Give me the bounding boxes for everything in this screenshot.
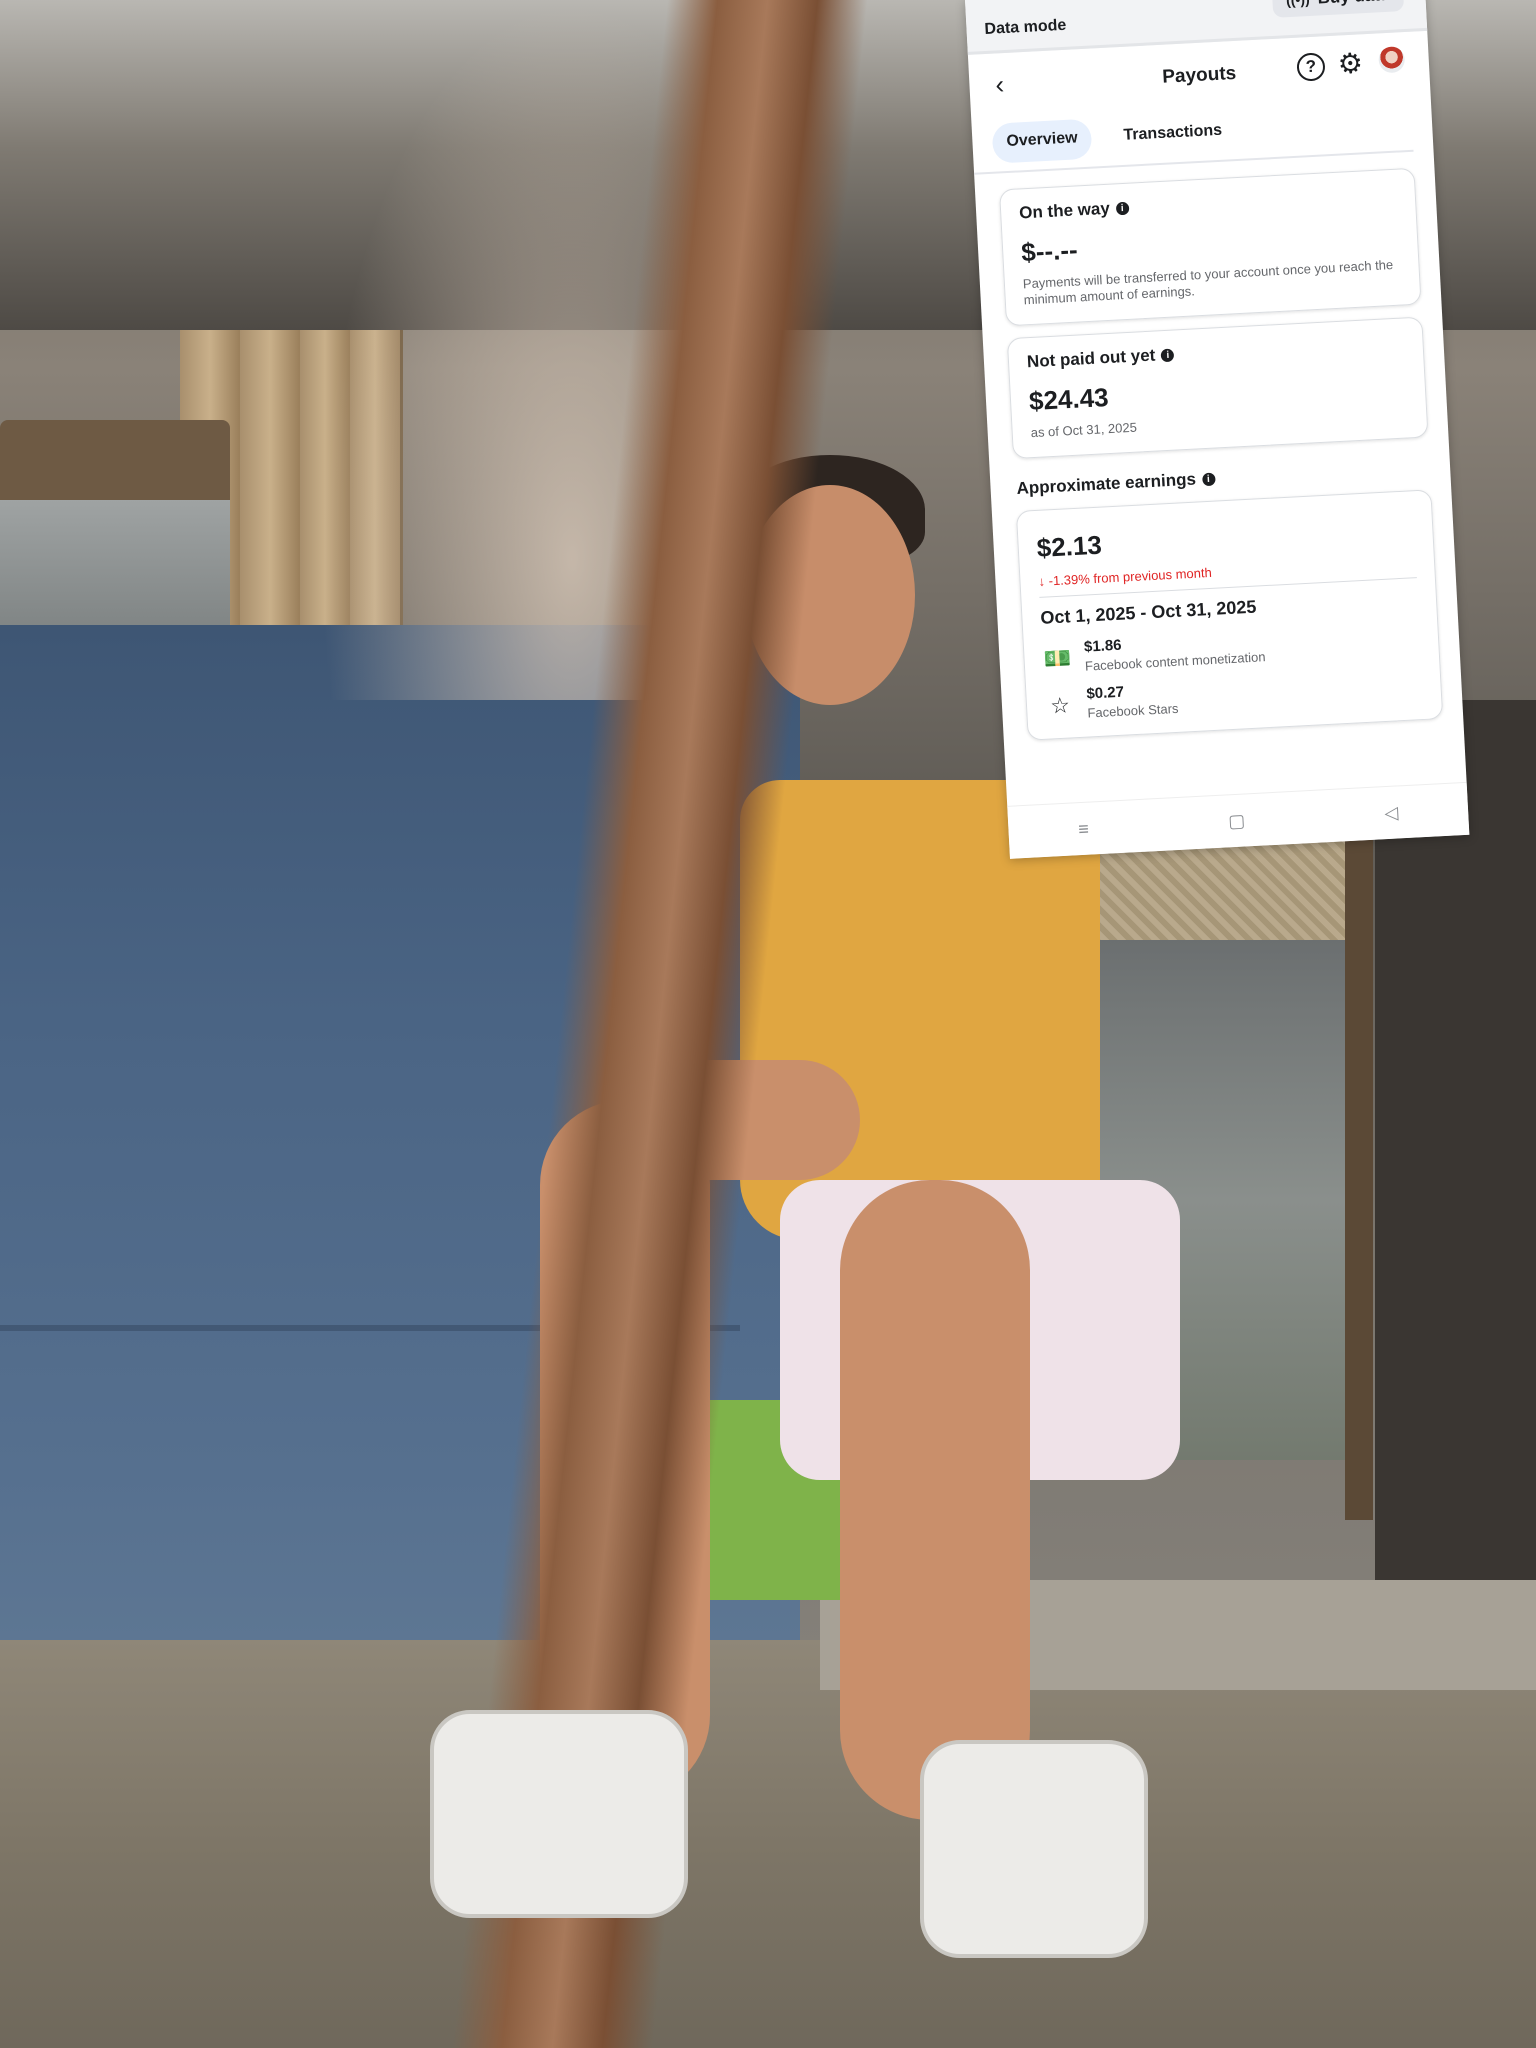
money-icon: 💵 [1043, 645, 1072, 672]
signal-tower-icon: ((•)) [1286, 0, 1310, 8]
item-label: Facebook Stars [1087, 700, 1179, 721]
on-the-way-heading: On the way [1018, 198, 1111, 223]
back-icon[interactable]: ◁ [1384, 802, 1399, 824]
woven-wall [1060, 840, 1360, 950]
approximate-earnings-card: $2.13 ↓ -1.39% from previous month Oct 1… [1015, 489, 1444, 741]
right-sandal [920, 1740, 1148, 1958]
gear-icon[interactable]: ⚙ [1337, 47, 1364, 79]
item-amount: $0.27 [1086, 683, 1125, 703]
wood-plank [240, 330, 303, 630]
menu-icon[interactable]: ≡ [1078, 818, 1090, 840]
tin-box [0, 500, 230, 640]
tab-transactions[interactable]: Transactions [1109, 111, 1238, 158]
right-leg [840, 1180, 1030, 1820]
wooden-post [1345, 840, 1373, 1520]
approximate-earnings-heading: Approximate earnings [1016, 469, 1197, 498]
left-sandal [430, 1710, 688, 1918]
earnings-item[interactable]: 💵 $1.86 Facebook content monetization [1042, 621, 1421, 676]
star-icon: ☆ [1049, 692, 1071, 719]
ground [0, 1640, 1536, 2048]
payouts-screenshot: Data mode ((•)) Buy data ‹ Payouts ? ⚙ O… [965, 0, 1470, 859]
info-icon[interactable]: i [1160, 348, 1175, 362]
tab-overview[interactable]: Overview [991, 118, 1093, 164]
info-icon[interactable]: i [1115, 201, 1130, 215]
not-paid-out-card: Not paid out yet i $24.43 as of Oct 31, … [1006, 316, 1429, 460]
data-mode-label: Data mode [984, 16, 1067, 39]
on-the-way-card: On the way i $--.-- Payments will be tra… [998, 167, 1422, 327]
home-icon[interactable]: ▢ [1228, 810, 1246, 832]
buy-data-label: Buy data [1317, 0, 1390, 9]
earnings-item[interactable]: ☆ $0.27 Facebook Stars [1044, 668, 1423, 723]
buy-data-button[interactable]: ((•)) Buy data [1271, 0, 1405, 18]
not-paid-out-heading: Not paid out yet [1026, 345, 1156, 372]
info-icon[interactable]: i [1201, 472, 1216, 486]
